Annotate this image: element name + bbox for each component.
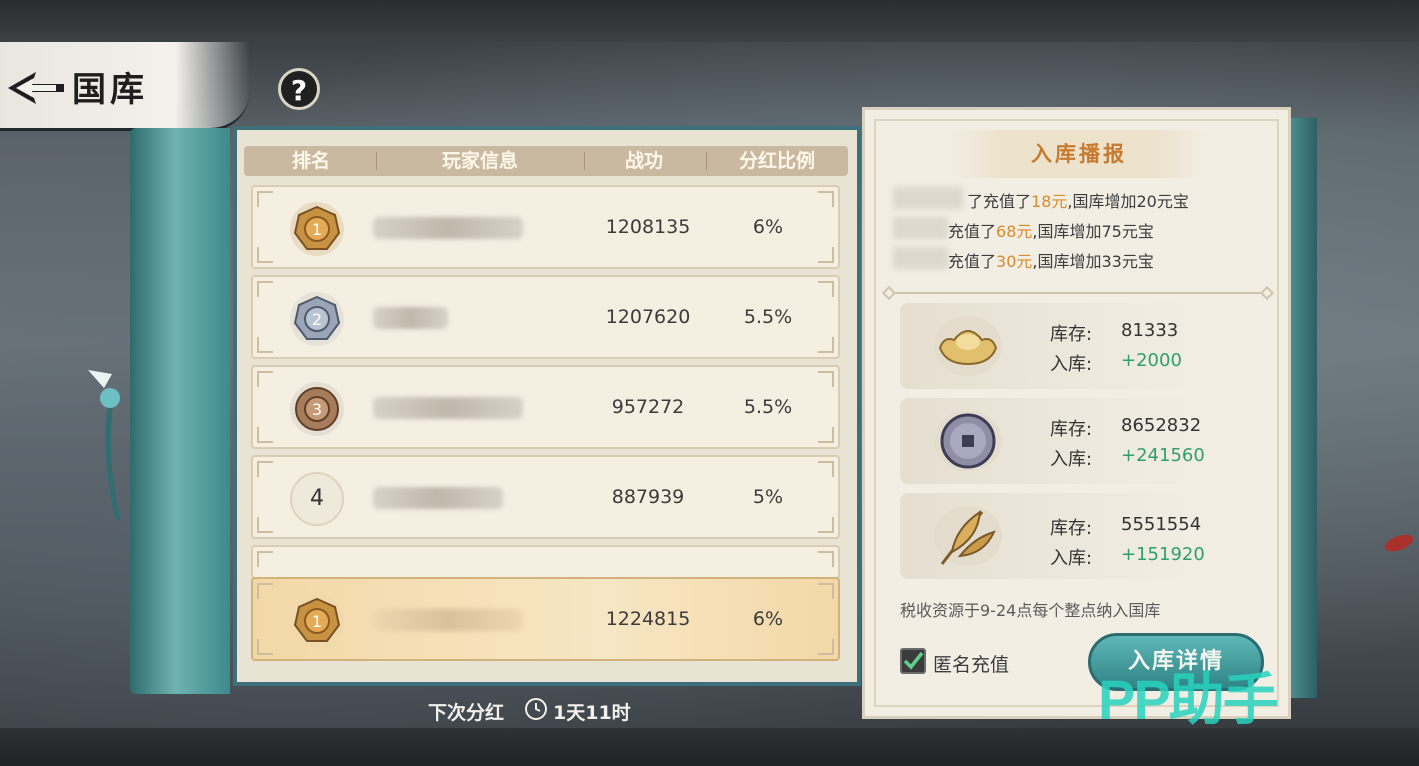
page-title: 国库 <box>72 70 148 110</box>
tassel-decoration <box>88 370 121 521</box>
power-value: 887939 <box>611 486 685 508</box>
header-power: 战功 <box>624 150 663 172</box>
broadcast-entry: 了充值了18元,国库增加20元宝 <box>967 192 1189 211</box>
gold-medal-icon: 1 <box>290 202 344 256</box>
help-button[interactable]: ? <box>278 68 320 110</box>
player-name-blurred <box>373 217 523 239</box>
player-name-blurred <box>373 609 523 631</box>
broadcast-entry: 充值了68元,国库增加75元宝 <box>948 222 1154 241</box>
broadcast-entry: 充值了30元,国库增加33元宝 <box>948 252 1154 271</box>
header-rank: 排名 <box>291 150 330 172</box>
income-value: +241560 <box>1121 445 1205 466</box>
gold-ingot-icon <box>934 316 1002 376</box>
top-frame <box>0 0 1419 42</box>
header-ratio: 分红比例 <box>738 150 815 172</box>
copper-coin-icon <box>934 411 1002 471</box>
tax-note: 税收资源于9-24点每个整点纳入国库 <box>900 601 1161 620</box>
stock-label: 库存: <box>1050 419 1093 440</box>
table-row-partial <box>251 545 840 579</box>
divider <box>884 292 1272 294</box>
ratio-value: 5% <box>752 486 784 508</box>
svg-text:1: 1 <box>312 220 322 239</box>
player-name-blurred <box>373 397 523 419</box>
watermark-logo: PP助手 <box>1098 668 1279 731</box>
player-name-blurred <box>893 247 948 269</box>
grain-icon <box>934 506 1002 566</box>
svg-text:1: 1 <box>312 612 322 631</box>
rank-number: 4 <box>310 486 324 511</box>
gold-medal-icon: 1 <box>290 594 344 648</box>
back-arrow-icon[interactable] <box>6 66 68 110</box>
bronze-medal-icon: 3 <box>290 382 344 436</box>
next-dividend-time: 1天11时 <box>553 702 631 724</box>
header-separator <box>376 152 377 170</box>
ratio-value: 5.5% <box>743 306 793 328</box>
clock-icon <box>525 698 547 720</box>
income-label: 入库: <box>1050 354 1093 375</box>
broadcast-title: 入库播报 <box>1031 142 1127 166</box>
stock-value: 5551554 <box>1121 514 1202 535</box>
ratio-value: 5.5% <box>743 396 793 418</box>
table-row[interactable]: 2 1207620 5.5% <box>251 275 840 359</box>
table-header: 排名 玩家信息 战功 分红比例 <box>244 146 848 176</box>
player-name-blurred <box>373 487 503 509</box>
ratio-value: 6% <box>752 608 784 630</box>
silver-medal-icon: 2 <box>290 292 344 346</box>
anonymous-label[interactable]: 匿名充值 <box>933 650 1009 677</box>
checkmark-icon <box>903 651 924 670</box>
ratio-value: 6% <box>752 216 784 238</box>
self-rank-row[interactable]: 1 1224815 6% <box>251 577 840 661</box>
stock-value: 81333 <box>1121 320 1179 341</box>
stock-value: 8652832 <box>1121 415 1202 436</box>
svg-text:2: 2 <box>312 310 322 329</box>
player-name-blurred <box>893 187 963 209</box>
income-value: +151920 <box>1121 544 1205 565</box>
table-row[interactable]: 4 887939 5% <box>251 455 840 539</box>
book-right-edge <box>1291 118 1317 698</box>
table-row[interactable]: 3 957272 5.5% <box>251 365 840 449</box>
stock-label: 库存: <box>1050 324 1093 345</box>
power-value: 957272 <box>611 396 685 418</box>
header-player: 玩家信息 <box>441 150 518 172</box>
stock-label: 库存: <box>1050 518 1093 539</box>
player-name-blurred <box>373 307 448 329</box>
power-value: 1224815 <box>605 608 691 630</box>
power-value: 1208135 <box>605 216 691 238</box>
table-row[interactable]: 1 1208135 6% <box>251 185 840 269</box>
book-cover <box>130 128 230 694</box>
svg-text:3: 3 <box>312 400 322 419</box>
anonymous-checkbox[interactable] <box>900 648 926 674</box>
power-value: 1207620 <box>605 306 691 328</box>
income-label: 入库: <box>1050 449 1093 470</box>
income-value: +2000 <box>1121 350 1182 371</box>
player-name-blurred <box>893 217 948 239</box>
income-label: 入库: <box>1050 548 1093 569</box>
next-dividend-label: 下次分红 <box>428 702 505 724</box>
